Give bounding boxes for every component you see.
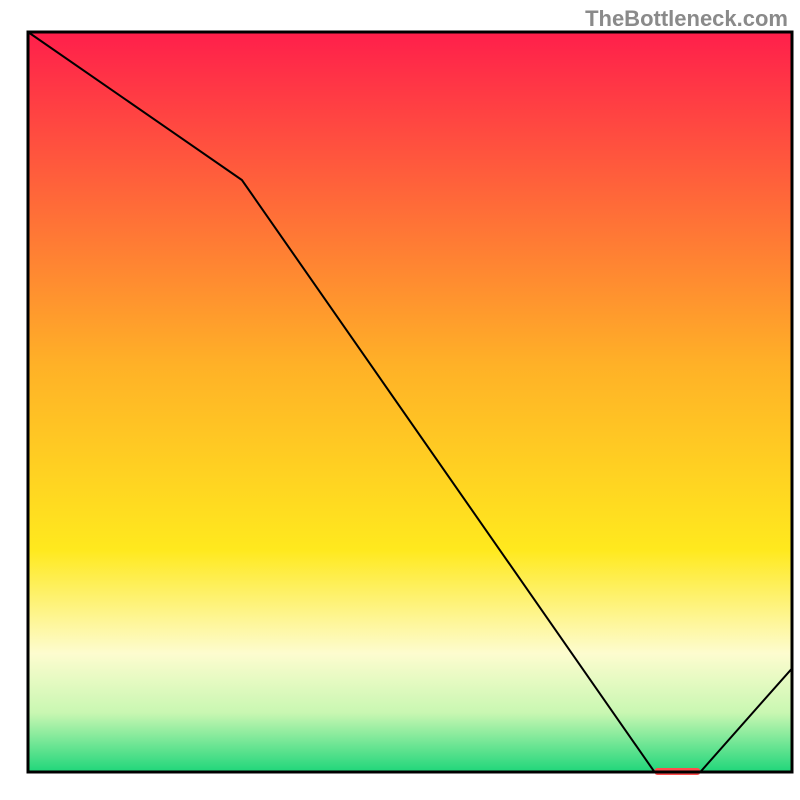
chart-container: TheBottleneck.com [0, 0, 800, 800]
chart-plot [0, 0, 800, 800]
gradient-background [28, 32, 792, 772]
